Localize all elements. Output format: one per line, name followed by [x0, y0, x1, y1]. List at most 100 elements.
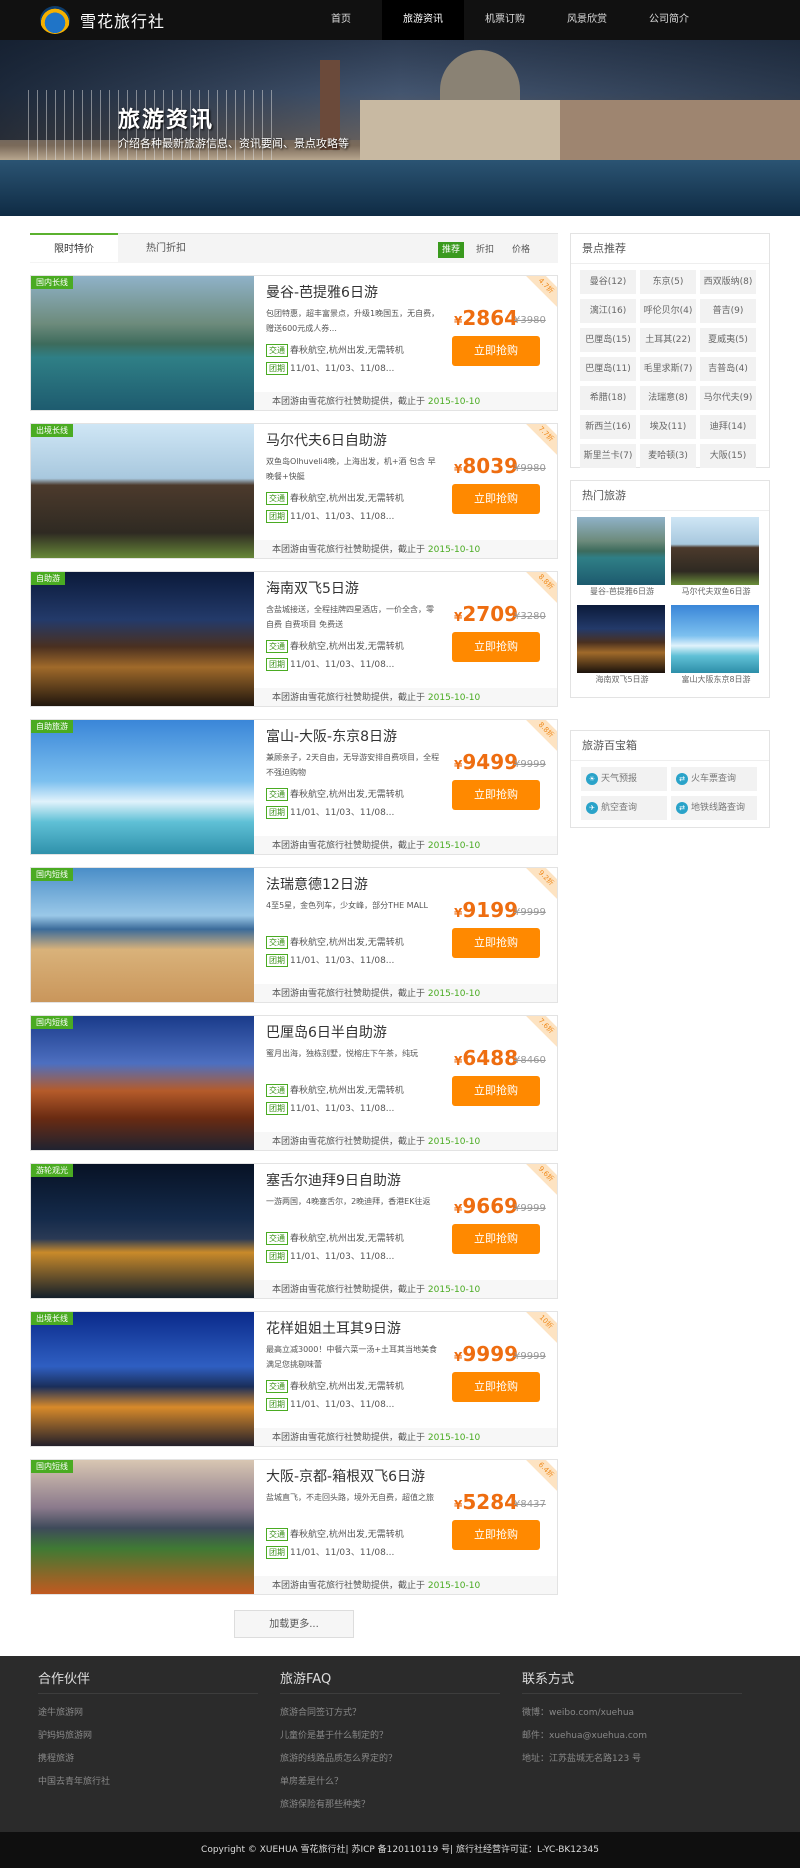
tab-limited-offer[interactable]: 限时特价: [30, 233, 118, 262]
spot-tag[interactable]: 希腊(18): [580, 386, 636, 410]
site-logo[interactable]: 雪花旅行社: [40, 6, 165, 34]
hot-tour-image[interactable]: [577, 605, 665, 673]
deadline-date: 2015-10-10: [427, 1137, 481, 1147]
tool-link[interactable]: ⇄ 火车票查询: [671, 767, 757, 791]
partner-link[interactable]: 携程旅游: [38, 1748, 258, 1771]
tab-hot-discount[interactable]: 热门折扣: [122, 234, 210, 263]
product-image[interactable]: [31, 1312, 254, 1446]
hot-tour-caption[interactable]: 富山大阪东京8日游: [671, 673, 761, 687]
hot-tour-item[interactable]: 富山大阪东京8日游: [671, 605, 761, 687]
hot-tour-image[interactable]: [671, 605, 759, 673]
nav-tickets[interactable]: 机票订购: [464, 0, 546, 40]
spot-tag[interactable]: 吉普岛(4): [700, 357, 756, 381]
discount-ribbon: 4.7折: [523, 276, 557, 309]
nav-scenery[interactable]: 风景欣赏: [546, 0, 628, 40]
hot-tour-image[interactable]: [577, 517, 665, 585]
transport-row: 交通 春秋航空,杭州出发,无需转机: [266, 1380, 404, 1394]
transport-info: 春秋航空,杭州出发,无需转机: [290, 1234, 404, 1244]
product-image[interactable]: [31, 572, 254, 706]
transport-tag: 交通: [266, 1084, 288, 1097]
hot-tour-item[interactable]: 曼谷-芭提雅6日游: [577, 517, 667, 599]
product-title[interactable]: 大阪-京都-箱根双飞6日游: [266, 1466, 425, 1486]
product-image[interactable]: [31, 1460, 254, 1594]
product-description: 含盐城接送，全程挂牌四星酒店，一价全含，零自费 自费项目 免费送: [266, 605, 434, 629]
spot-tag[interactable]: 斯里兰卡(7): [580, 444, 636, 468]
product-image[interactable]: [31, 1164, 254, 1298]
transport-row: 交通 春秋航空,杭州出发,无需转机: [266, 640, 404, 654]
spot-tag-list: 曼谷(12) 东京(5) 西双版纳(8) 漓江(16) 呼伦贝尔(4) 普吉(9) 巴厘岛(…: [571, 264, 769, 476]
spot-tag[interactable]: 大阪(15): [700, 444, 756, 468]
spot-tag[interactable]: 埃及(11): [640, 415, 696, 439]
spot-tag[interactable]: 毛里求斯(7): [640, 357, 696, 381]
product-description: 盐城直飞，不走回头路，境外无自费，超值之旅: [266, 1493, 434, 1502]
spot-tag[interactable]: 马尔代夫(9): [700, 386, 756, 410]
buy-now-button[interactable]: 立即抢购: [452, 1224, 540, 1254]
spot-tag[interactable]: 麦哈顿(3): [640, 444, 696, 468]
faq-link[interactable]: 旅游保险有那些种类？: [280, 1794, 500, 1817]
spot-tag[interactable]: 夏威夷(5): [700, 328, 756, 352]
load-more-button[interactable]: 加载更多...: [234, 1610, 354, 1638]
product-image[interactable]: [31, 424, 254, 558]
product-card: 国内短线 6.4折 大阪-京都-箱根双飞6日游 盐城直飞，不走回头路，境外无自费…: [30, 1459, 558, 1595]
spot-tag[interactable]: 漓江(16): [580, 299, 636, 323]
product-title[interactable]: 巴厘岛6日半自助游: [266, 1022, 387, 1042]
product-title[interactable]: 塞舌尔迪拜9日自助游: [266, 1170, 401, 1190]
filter-recommend[interactable]: 推荐: [438, 242, 465, 258]
spot-tag[interactable]: 东京(5): [640, 270, 696, 294]
buy-now-button[interactable]: 立即抢购: [452, 928, 540, 958]
nav-home[interactable]: 首页: [300, 0, 382, 40]
product-image[interactable]: [31, 276, 254, 410]
product-image[interactable]: [31, 1016, 254, 1150]
hot-tour-caption[interactable]: 海南双飞5日游: [577, 673, 667, 687]
spot-tag[interactable]: 普吉(9): [700, 299, 756, 323]
deadline-date: 2015-10-10: [427, 1581, 481, 1591]
product-title[interactable]: 海南双飞5日游: [266, 578, 359, 598]
tool-link[interactable]: ⇄ 地铁线路查询: [671, 796, 757, 820]
faq-link[interactable]: 旅游合同签订方式？: [280, 1702, 500, 1725]
nav-news[interactable]: 旅游资讯: [382, 0, 464, 40]
tool-link[interactable]: ✈ 航空查询: [581, 796, 667, 820]
product-title[interactable]: 花样姐姐土耳其9日游: [266, 1318, 401, 1338]
product-image[interactable]: [31, 720, 254, 854]
dates-row: 团期 11/01、11/03、11/08...: [266, 1398, 394, 1412]
filter-price[interactable]: 价格: [508, 242, 534, 258]
spot-tag[interactable]: 巴厘岛(11): [580, 357, 636, 381]
hot-tour-image[interactable]: [671, 517, 759, 585]
filter-discount[interactable]: 折扣: [472, 242, 498, 258]
spot-tag[interactable]: 法瑞意(8): [640, 386, 696, 410]
buy-now-button[interactable]: 立即抢购: [452, 1372, 540, 1402]
buy-now-button[interactable]: 立即抢购: [452, 336, 540, 366]
product-title[interactable]: 富山-大阪-东京8日游: [266, 726, 397, 746]
nav-about[interactable]: 公司简介: [628, 0, 710, 40]
spot-tag[interactable]: 土耳其(22): [640, 328, 696, 352]
faq-link[interactable]: 旅游的线路品质怎么界定的？: [280, 1748, 500, 1771]
buy-now-button[interactable]: 立即抢购: [452, 632, 540, 662]
tool-link[interactable]: ☀ 天气预报: [581, 767, 667, 791]
partner-link[interactable]: 中国去青年旅行社: [38, 1771, 258, 1794]
buy-now-button[interactable]: 立即抢购: [452, 1520, 540, 1550]
spot-tag[interactable]: 新西兰(16): [580, 415, 636, 439]
spot-tag[interactable]: 西双版纳(8): [700, 270, 756, 294]
transport-tag: 交通: [266, 1380, 288, 1393]
buy-now-button[interactable]: 立即抢购: [452, 1076, 540, 1106]
hot-tour-caption[interactable]: 曼谷-芭提雅6日游: [577, 585, 667, 599]
hot-tour-item[interactable]: 马尔代夫双鱼6日游: [671, 517, 761, 599]
spot-tag[interactable]: 巴厘岛(15): [580, 328, 636, 352]
faq-link[interactable]: 儿童价是基于什么制定的？: [280, 1725, 500, 1748]
spot-tag[interactable]: 曼谷(12): [580, 270, 636, 294]
hot-tour-item[interactable]: 海南双飞5日游: [577, 605, 667, 687]
spot-tag[interactable]: 呼伦贝尔(4): [640, 299, 696, 323]
partner-link[interactable]: 途牛旅游网: [38, 1702, 258, 1725]
group-dates-tag: 团期: [266, 1398, 288, 1411]
product-image[interactable]: [31, 868, 254, 1002]
hot-tour-caption[interactable]: 马尔代夫双鱼6日游: [671, 585, 761, 599]
price-value: 9999: [462, 1342, 519, 1366]
product-title[interactable]: 曼谷-芭提雅6日游: [266, 282, 378, 302]
faq-link[interactable]: 单房差是什么？: [280, 1771, 500, 1794]
product-title[interactable]: 马尔代夫6日自助游: [266, 430, 387, 450]
buy-now-button[interactable]: 立即抢购: [452, 780, 540, 810]
partner-link[interactable]: 驴妈妈旅游网: [38, 1725, 258, 1748]
buy-now-button[interactable]: 立即抢购: [452, 484, 540, 514]
spot-tag[interactable]: 迪拜(14): [700, 415, 756, 439]
product-title[interactable]: 法瑞意德12日游: [266, 874, 368, 894]
